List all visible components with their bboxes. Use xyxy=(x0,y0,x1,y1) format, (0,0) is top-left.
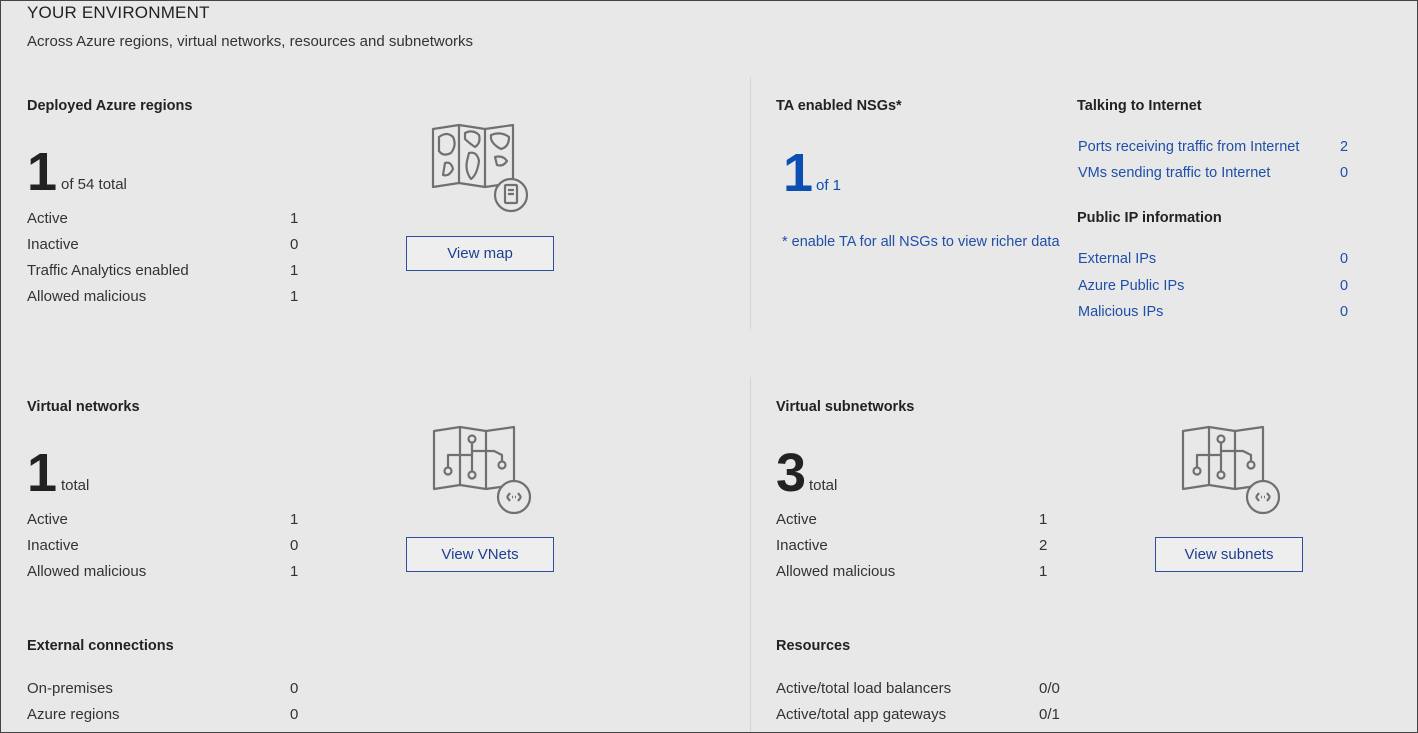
page-subtitle: Across Azure regions, virtual networks, … xyxy=(27,33,474,50)
resources-row-label: Active/total app gateways xyxy=(776,706,947,723)
vnets-title: Virtual networks xyxy=(27,399,140,415)
external-row-value: 0 xyxy=(290,706,299,723)
enable-ta-note-link[interactable]: * enable TA for all NSGs to view richer … xyxy=(782,234,1060,250)
malicious-ips-value[interactable]: 0 xyxy=(1340,304,1348,320)
regions-row-label: Active xyxy=(27,210,68,227)
malicious-ips-link[interactable]: Malicious IPs xyxy=(1078,304,1163,320)
external-title: External connections xyxy=(27,638,174,654)
subnets-row-label: Inactive xyxy=(776,537,828,554)
resources-row-label: Active/total load balancers xyxy=(776,680,952,697)
regions-row-value: 0 xyxy=(290,236,299,253)
vnets-row-label: Active xyxy=(27,511,68,528)
subnets-count: 3 xyxy=(776,443,807,503)
regions-row-value: 1 xyxy=(290,288,299,305)
regions-row-label: Inactive xyxy=(27,236,79,253)
azure-public-ips-value[interactable]: 0 xyxy=(1340,278,1348,294)
page-title: YOUR ENVIRONMENT xyxy=(27,3,210,22)
network-map-icon xyxy=(430,425,534,517)
regions-row-label: Allowed malicious xyxy=(27,288,147,305)
external-ips-link[interactable]: External IPs xyxy=(1078,251,1156,267)
vnets-row-label: Allowed malicious xyxy=(27,563,147,580)
external-row-value: 0 xyxy=(290,680,299,697)
subnets-title: Virtual subnetworks xyxy=(776,399,915,415)
network-map-icon xyxy=(1179,425,1283,517)
azure-public-ips-link[interactable]: Azure Public IPs xyxy=(1078,278,1184,294)
external-row-label: Azure regions xyxy=(27,706,120,723)
vms-internet-value[interactable]: 0 xyxy=(1340,165,1348,181)
regions-row-label: Traffic Analytics enabled xyxy=(27,262,189,279)
vnets-total: total xyxy=(61,477,90,494)
vms-internet-link[interactable]: VMs sending traffic to Internet xyxy=(1078,165,1270,181)
vnets-row-value: 0 xyxy=(290,537,299,554)
public-ip-title: Public IP information xyxy=(1077,210,1222,226)
subnets-row-label: Allowed malicious xyxy=(776,563,896,580)
subnets-row-value: 1 xyxy=(1039,563,1048,580)
divider xyxy=(750,377,751,732)
ports-internet-value[interactable]: 2 xyxy=(1340,139,1348,155)
subnets-row-value: 1 xyxy=(1039,511,1048,528)
nsgs-count: 1 xyxy=(783,143,814,203)
ports-internet-link[interactable]: Ports receiving traffic from Internet xyxy=(1078,139,1299,155)
resources-row-value: 0/1 xyxy=(1039,706,1060,723)
view-vnets-button[interactable]: View VNets xyxy=(406,537,554,572)
external-ips-value[interactable]: 0 xyxy=(1340,251,1348,267)
subnets-row-value: 2 xyxy=(1039,537,1048,554)
divider xyxy=(750,77,751,329)
subnets-row-label: Active xyxy=(776,511,817,528)
nsgs-total: of 1 xyxy=(816,177,842,194)
regions-title: Deployed Azure regions xyxy=(27,98,193,114)
vnets-count: 1 xyxy=(27,443,58,503)
resources-title: Resources xyxy=(776,638,851,654)
view-map-button[interactable]: View map xyxy=(406,236,554,271)
nsgs-title: TA enabled NSGs* xyxy=(776,98,902,114)
resources-row-value: 0/0 xyxy=(1039,680,1060,697)
regions-row-value: 1 xyxy=(290,262,299,279)
vnets-row-label: Inactive xyxy=(27,537,79,554)
vnets-row-value: 1 xyxy=(290,511,299,528)
subnets-total: total xyxy=(809,477,838,494)
internet-title: Talking to Internet xyxy=(1077,98,1202,114)
external-row-label: On-premises xyxy=(27,680,113,697)
vnets-row-value: 1 xyxy=(290,563,299,580)
environment-panel: YOUR ENVIRONMENT Across Azure regions, v… xyxy=(0,0,1418,733)
regions-count: 1 xyxy=(27,142,58,202)
regions-row-value: 1 xyxy=(290,210,299,227)
regions-total: of 54 total xyxy=(61,176,127,193)
view-subnets-button[interactable]: View subnets xyxy=(1155,537,1303,572)
world-map-icon xyxy=(429,123,533,215)
